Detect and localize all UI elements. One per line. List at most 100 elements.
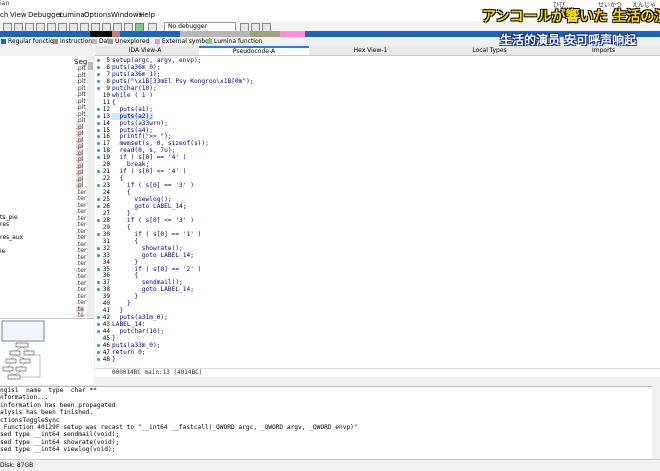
breakpoint-dot-icon[interactable] (97, 350, 100, 354)
line-number: 41 (102, 307, 110, 315)
tab-local-types[interactable]: Local Types (432, 46, 547, 55)
scroll-thumb[interactable] (88, 62, 93, 70)
function-row-name[interactable]: ts_pie (0, 214, 18, 221)
code-line[interactable]: goto LABEL_14; (112, 252, 194, 259)
code-line[interactable]: if ( s[0] == '2' ) (112, 266, 201, 273)
line-number: 39 (102, 293, 110, 301)
code-line[interactable]: if ( s[0] <= '4' ) (112, 168, 186, 175)
breakpoint-dot-icon[interactable] (97, 79, 100, 83)
code-line[interactable]: if ( s[0] == '1' ) (112, 231, 201, 238)
menu-options[interactable]: Options (84, 11, 111, 19)
code-line[interactable]: goto LABEL_14; (112, 203, 186, 210)
code-line[interactable]: showrate(); (112, 245, 183, 252)
code-line[interactable]: { (112, 224, 131, 231)
breakpoint-dot-icon[interactable] (97, 128, 100, 132)
function-row-name[interactable]: ie (0, 248, 5, 255)
line-number: 29 (102, 223, 110, 231)
code-line[interactable]: { (112, 99, 116, 106)
code-line[interactable]: while ( 1 ) (112, 92, 153, 99)
legend-item: External symbol (155, 38, 210, 45)
code-line[interactable]: sendmail(); (112, 279, 183, 286)
tab-pseudocode[interactable]: Pseudocode-A (199, 46, 309, 55)
code-line[interactable]: puts(a36m_0); (112, 64, 160, 71)
output-window[interactable]: ngisi name type char ** nformation... info… (0, 386, 660, 460)
breakpoint-dot-icon[interactable] (97, 121, 100, 125)
breakpoint-dot-icon[interactable] (97, 65, 100, 69)
code-line[interactable]: if ( s[0] <= '3' ) (112, 217, 194, 224)
code-line[interactable]: { (112, 238, 138, 245)
output-line: information has been propagated (0, 401, 116, 409)
breakpoint-dot-icon[interactable] (97, 114, 100, 118)
breakpoint-dot-icon[interactable] (97, 86, 100, 90)
breakpoint-dot-icon[interactable] (97, 357, 100, 361)
functions-list: .plt .plt .plt .plt .plt .plt .plt .plt .plt .pl.… (0, 0, 87, 326)
line-number: 10 (102, 91, 110, 99)
code-line[interactable]: { (112, 272, 138, 279)
disk-status: Disk: 87GB (0, 462, 34, 469)
code-line[interactable]: LABEL_14: (112, 321, 146, 328)
code-line[interactable]: setup(argc, argv, envp); (112, 57, 201, 64)
code-line[interactable]: puts(a31m_0); (112, 314, 167, 321)
code-line[interactable]: puts(a33wrn); (112, 120, 167, 127)
output-line: alysis has been finished. (0, 409, 94, 417)
code-line[interactable]: if ( s[0] == '3' ) (112, 182, 194, 189)
code-line[interactable]: goto LABEL_14; (112, 286, 194, 293)
menu-help[interactable]: Help (139, 11, 155, 19)
breakpoint-dot-icon[interactable] (97, 343, 100, 347)
code-line[interactable]: puts(a4); (112, 127, 153, 134)
code-line[interactable]: putchar(10); (112, 85, 157, 92)
functions-scrollbar[interactable] (87, 56, 94, 318)
breakpoint-dot-icon[interactable] (97, 204, 100, 208)
tab-ida-view[interactable]: IDA View-A (95, 46, 195, 55)
output-line: sed type __int64 viewlog(void); (0, 446, 116, 454)
code-line[interactable]: if ( s[0] == '4' ) (112, 154, 186, 161)
code-line[interactable]: viewlog(); (112, 196, 171, 203)
menu-windows[interactable]: Windows (111, 11, 142, 19)
code-line[interactable]: putchar(10); (112, 328, 164, 335)
breakpoint-dot-icon[interactable] (97, 107, 100, 111)
code-line[interactable]: } (112, 293, 138, 300)
function-row-name[interactable]: res_aux (0, 234, 23, 241)
breakpoint-dot-icon[interactable] (97, 246, 100, 250)
legend-item: Lumina function (207, 38, 262, 45)
breakpoint-dot-icon[interactable] (97, 267, 100, 271)
code-line[interactable]: memset(s, 0, sizeof(s)); (112, 140, 208, 147)
code-line[interactable]: { (112, 175, 123, 182)
line-number: 27 (102, 209, 110, 217)
output-scrollbar[interactable] (652, 386, 660, 459)
line-number: 31 (102, 237, 110, 245)
breakpoint-dot-icon[interactable] (97, 59, 100, 62)
code-line[interactable]: puts(a2); (112, 112, 153, 120)
code-line[interactable]: } (112, 307, 123, 314)
tab-hex-view[interactable]: Hex View-1 (313, 46, 428, 55)
line-number: 11 (102, 98, 110, 106)
code-line[interactable]: puts(a36m_1); (112, 71, 160, 78)
breakpoint-dot-icon[interactable] (97, 72, 100, 76)
code-line[interactable]: read(0, s, 7u); (112, 147, 175, 154)
output-line: nformation... (0, 394, 49, 402)
code-line[interactable]: } (112, 210, 131, 217)
code-line[interactable]: } (112, 259, 138, 266)
code-line[interactable]: break; (112, 161, 149, 168)
tab-imports[interactable]: Imports (551, 46, 656, 55)
code-line[interactable]: return 0; (112, 349, 146, 356)
code-line[interactable]: } (112, 356, 116, 363)
breakpoint-dot-icon[interactable] (97, 253, 100, 257)
line-number: 40 (102, 300, 110, 308)
function-row-name[interactable]: res (0, 221, 9, 228)
breakpoint-dot-icon[interactable] (97, 198, 100, 201)
code-line[interactable]: } (112, 335, 116, 342)
pseudocode-view[interactable]: 5 setup(argc, argv, envp); 6 puts(a36m_0); 7… (95, 56, 660, 368)
code-line[interactable]: puts("\x1B[33mEl Psy Kongroo\x1B[0m"); (112, 78, 254, 85)
tab-bar: IDA View-A Pseudocode-A Hex View-1 Local… (95, 46, 660, 56)
breakpoint-dot-icon[interactable] (97, 218, 100, 222)
code-line[interactable]: puts(a33m_0); (112, 342, 160, 349)
code-line[interactable]: printf(">> "); (112, 133, 171, 140)
code-line[interactable]: } (112, 300, 131, 307)
graph-overview[interactable] (0, 318, 94, 385)
code-line[interactable]: puts(a1); (112, 106, 153, 113)
line-number: 45 (102, 335, 110, 342)
line-number: 24 (102, 189, 110, 197)
breakpoint-dot-icon[interactable] (97, 232, 100, 236)
code-line[interactable]: { (112, 189, 131, 196)
